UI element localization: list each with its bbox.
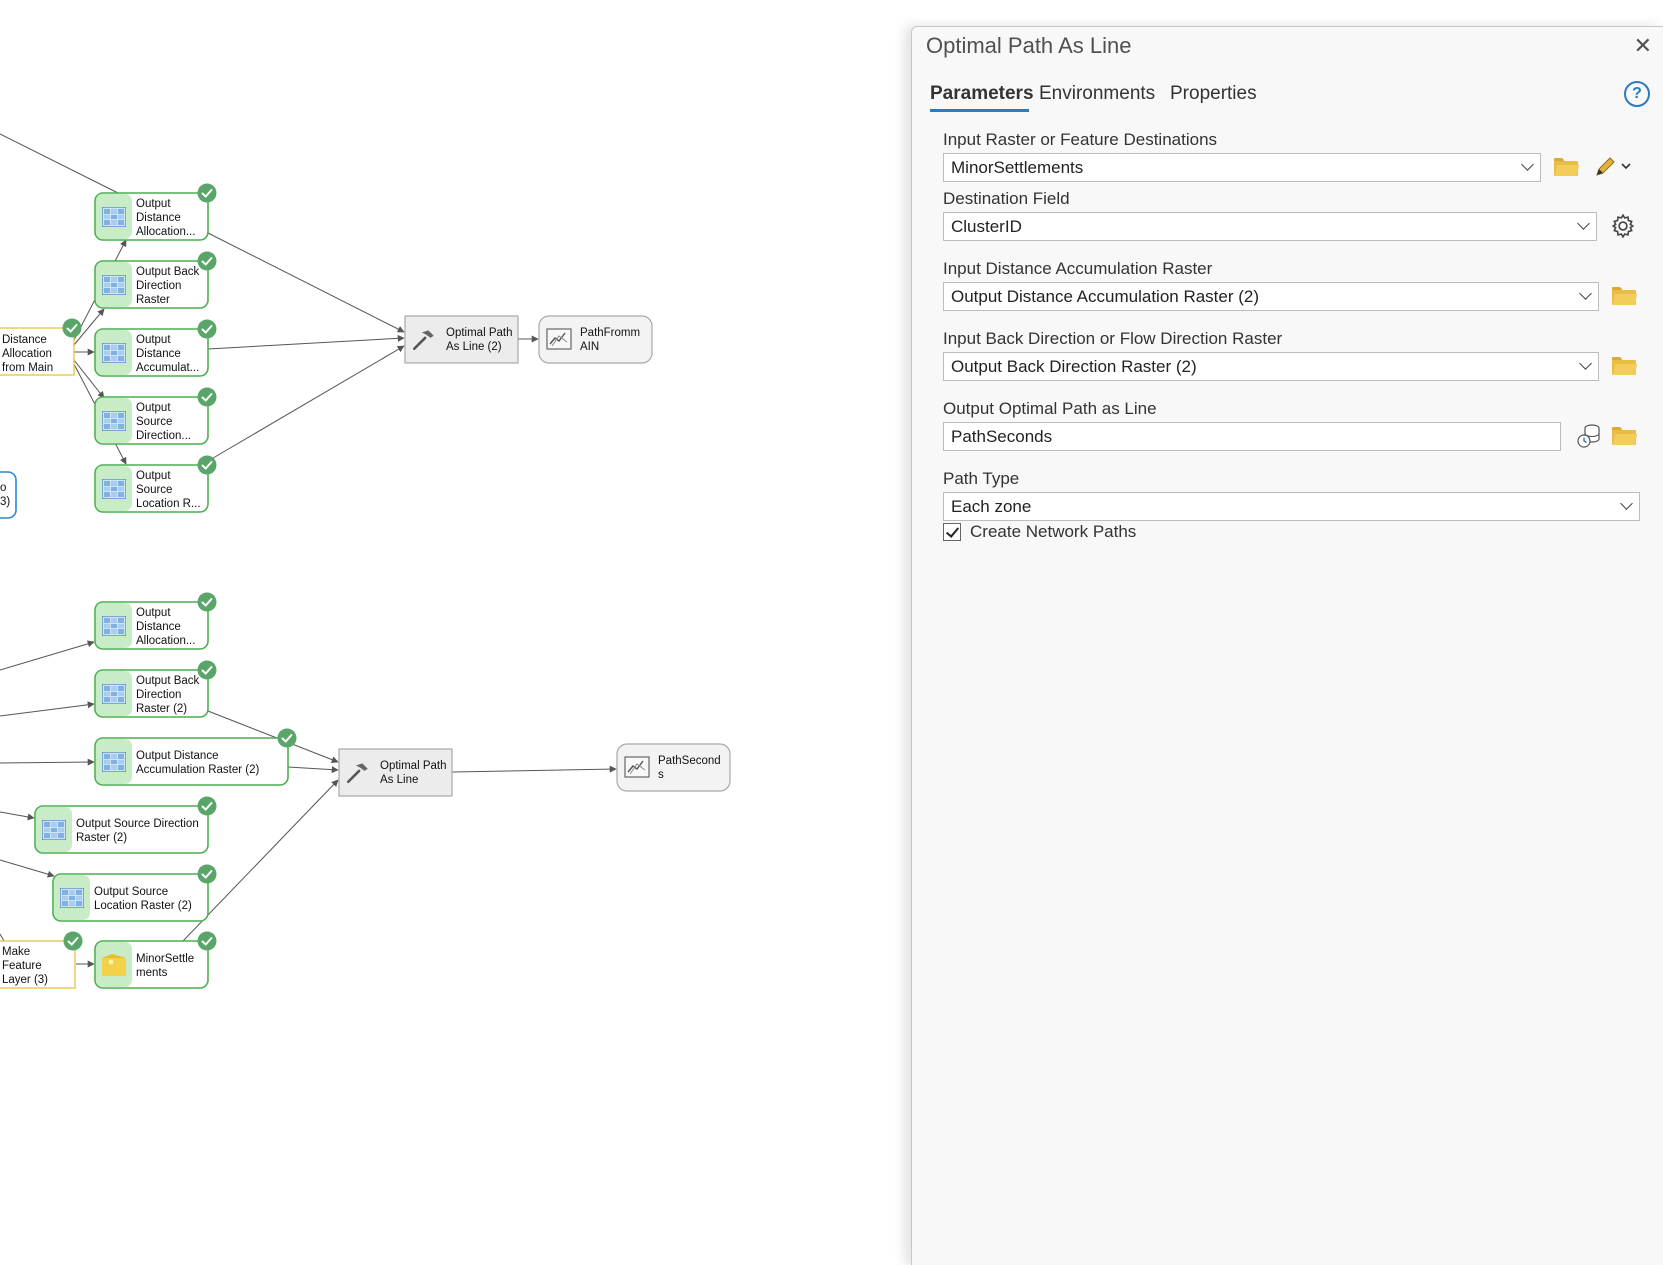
close-icon[interactable]: ✕ <box>1634 33 1652 59</box>
node-output-source-direction-raster-2[interactable]: Output Source Direction Raster (2) <box>34 796 217 854</box>
output-path-input[interactable]: PathSeconds <box>943 422 1561 451</box>
input-raster-dropdown[interactable]: MinorSettlements <box>943 153 1541 182</box>
node-output-back-direction-raster-2[interactable]: Output Back Direction Raster (2) <box>94 660 217 718</box>
node-output-source-location[interactable]: Output Source Location R... <box>94 455 217 513</box>
browse-folder-icon[interactable] <box>1612 357 1638 375</box>
chevron-down-icon <box>1521 158 1534 171</box>
help-icon[interactable]: ? <box>1624 81 1650 107</box>
line-feature-icon <box>546 328 572 350</box>
node-output-source-location-raster-2[interactable]: Output Source Location Raster (2) <box>52 864 217 922</box>
active-tab-indicator <box>930 109 1029 112</box>
chevron-down-icon <box>1577 217 1590 230</box>
browse-folder-icon[interactable] <box>1612 427 1638 445</box>
tab-properties[interactable]: Properties <box>1170 83 1257 105</box>
destination-field-value: ClusterID <box>951 217 1022 236</box>
back-direction-label: Input Back Direction or Flow Direction R… <box>943 329 1283 348</box>
tool-pane: Optimal Path As Line ✕ Parameters Enviro… <box>911 26 1663 1265</box>
check-icon <box>197 592 217 612</box>
check-icon <box>197 251 217 271</box>
tab-parameters[interactable]: Parameters <box>930 83 1034 105</box>
raster-icon <box>102 411 126 431</box>
raster-icon <box>102 343 126 363</box>
check-icon <box>62 318 82 338</box>
check-icon <box>197 319 217 339</box>
check-icon <box>197 796 217 816</box>
raster-icon <box>102 616 126 636</box>
raster-icon <box>102 207 126 227</box>
node-minor-settlements[interactable]: MinorSettle ments <box>94 931 217 989</box>
node-path-seconds[interactable]: PathSecond s <box>616 743 731 792</box>
node-optimal-path-as-line-2[interactable]: Optimal Path As Line (2) <box>404 315 519 364</box>
create-network-paths-label: Create Network Paths <box>970 522 1137 541</box>
raster-icon <box>102 752 126 772</box>
database-icon[interactable] <box>1576 423 1602 449</box>
node-distance-allocation-tool[interactable]: Distance Allocation from Main <box>0 318 82 376</box>
check-icon <box>197 387 217 407</box>
chevron-down-icon <box>1579 357 1592 370</box>
check-icon <box>277 728 297 748</box>
node-path-from-main[interactable]: PathFromm AIN <box>538 315 653 364</box>
input-raster-value: MinorSettlements <box>951 158 1084 177</box>
node-output-distance-allocation-b[interactable]: Output Distance Allocation... <box>94 592 217 650</box>
create-network-paths-checkbox[interactable] <box>943 523 961 541</box>
chevron-down-icon[interactable] <box>1620 161 1632 171</box>
node-output-source-direction[interactable]: Output Source Direction... <box>94 387 217 445</box>
distance-accumulation-label: Input Distance Accumulation Raster <box>943 259 1213 278</box>
path-type-dropdown[interactable]: Each zone <box>943 492 1640 521</box>
output-path-label: Output Optimal Path as Line <box>943 399 1157 418</box>
node-output-distance-accumulation-raster-2[interactable]: Output Distance Accumulation Raster (2) <box>94 728 297 786</box>
pane-title: Optimal Path As Line <box>926 33 1132 58</box>
check-icon <box>197 183 217 203</box>
svg-text:DistanceAllocationfrom Main: Distance Allocation from Main <box>2 334 53 374</box>
node-partial-blue[interactable]: o 3) <box>0 471 17 519</box>
destination-field-label: Destination Field <box>943 189 1070 208</box>
raster-icon <box>60 888 84 908</box>
node-optimal-path-as-line[interactable]: Optimal Path As Line <box>338 748 453 797</box>
edges-top <box>0 133 539 465</box>
raster-icon <box>42 820 66 840</box>
destination-field-dropdown[interactable]: ClusterID <box>943 212 1597 241</box>
raster-icon <box>102 479 126 499</box>
line-feature-icon <box>624 756 650 778</box>
distance-accumulation-dropdown[interactable]: Output Distance Accumulation Raster (2) <box>943 282 1599 311</box>
node-output-distance-allocation[interactable]: Output Distance Allocation... <box>94 183 217 241</box>
node-output-back-direction-raster[interactable]: Output Back Direction Raster <box>94 251 217 309</box>
check-icon <box>197 864 217 884</box>
gear-icon[interactable] <box>1610 213 1636 239</box>
pencil-icon[interactable] <box>1593 155 1617 179</box>
path-type-label: Path Type <box>943 469 1020 488</box>
check-icon <box>197 455 217 475</box>
raster-icon <box>102 684 126 704</box>
browse-folder-icon[interactable] <box>1612 287 1638 305</box>
chevron-down-icon <box>1579 287 1592 300</box>
tab-environments[interactable]: Environments <box>1039 83 1155 105</box>
check-icon <box>197 660 217 680</box>
feature-layer-icon <box>102 954 126 976</box>
input-raster-label: Input Raster or Feature Destinations <box>943 130 1218 149</box>
path-type-value: Each zone <box>951 497 1032 516</box>
check-icon <box>63 931 83 951</box>
chevron-down-icon <box>1620 497 1633 510</box>
back-direction-value: Output Back Direction Raster (2) <box>951 357 1197 376</box>
raster-icon <box>102 275 126 295</box>
node-output-distance-accumulation[interactable]: Output Distance Accumulat... <box>94 319 217 377</box>
check-icon <box>197 931 217 951</box>
node-make-feature-layer[interactable]: Make Feature Layer (3) <box>0 931 83 989</box>
distance-accumulation-value: Output Distance Accumulation Raster (2) <box>951 287 1260 306</box>
browse-folder-icon[interactable] <box>1554 158 1580 176</box>
back-direction-dropdown[interactable]: Output Back Direction Raster (2) <box>943 352 1599 381</box>
output-path-value: PathSeconds <box>951 427 1053 446</box>
